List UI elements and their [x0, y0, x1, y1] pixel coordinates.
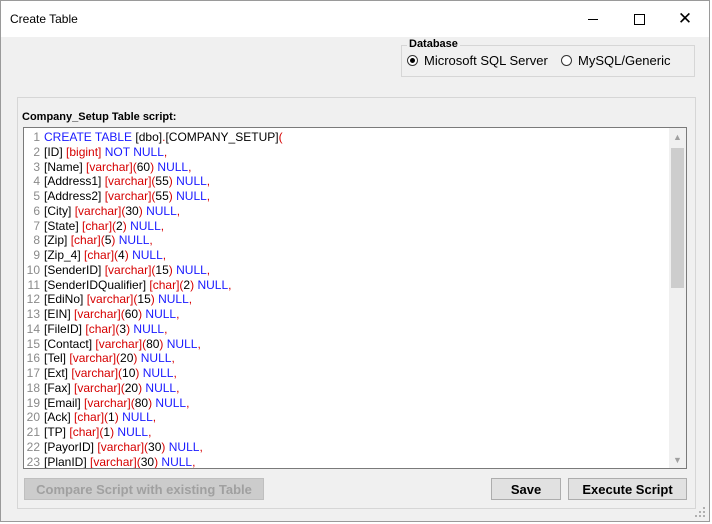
line-code: [Email] [varchar](80) NULL, [44, 395, 190, 410]
line-code: [EdiNo] [varchar](15) NULL, [44, 292, 193, 307]
script-line: 3 [Name] [varchar](60) NULL, [24, 160, 670, 175]
line-number: 16 [26, 351, 40, 366]
save-button[interactable]: Save [491, 478, 561, 500]
script-line: 13 [EIN] [varchar](60) NULL, [24, 307, 670, 322]
resize-grip-icon[interactable] [695, 507, 705, 517]
radio-mssql-label: Microsoft SQL Server [424, 53, 548, 68]
script-line: 21 [TP] [char](1) NULL, [24, 425, 670, 440]
line-code: [State] [char](2) NULL, [44, 218, 165, 233]
script-line: 22 [PayorID] [varchar](30) NULL, [24, 440, 670, 455]
script-line: 16 [Tel] [varchar](20) NULL, [24, 351, 670, 366]
line-number: 20 [26, 410, 40, 425]
radio-checked-icon [407, 55, 418, 66]
script-line: 23 [PlanID] [varchar](30) NULL, [24, 454, 670, 469]
line-code: CREATE TABLE [dbo].[COMPANY_SETUP]( [44, 130, 283, 144]
line-number: 13 [26, 307, 40, 321]
script-line: 2 [ID] [bigint] NOT NULL, [24, 145, 670, 160]
line-number: 21 [26, 425, 40, 439]
line-code: [TP] [char](1) NULL, [44, 425, 152, 439]
script-line: 7 [State] [char](2) NULL, [24, 219, 670, 234]
script-line: 11 [SenderIDQualifier] [char](2) NULL, [24, 278, 670, 293]
radio-mssql[interactable]: Microsoft SQL Server [407, 53, 548, 68]
database-group-label: Database [407, 38, 460, 50]
radio-unchecked-icon [561, 55, 572, 66]
line-code: [Zip] [char](5) NULL, [44, 233, 153, 248]
line-code: [Fax] [varchar](20) NULL, [44, 380, 180, 395]
line-code: [Address1] [varchar](55) NULL, [44, 174, 211, 189]
line-number: 17 [26, 366, 40, 380]
script-lines: 1 CREATE TABLE [dbo].[COMPANY_SETUP]( 2 [ID… [24, 130, 670, 469]
line-code: [City] [varchar](30) NULL, [44, 203, 181, 218]
line-number: 8 [33, 233, 40, 248]
window-title: Create Table [10, 12, 78, 26]
script-line: 14 [FileID] [char](3) NULL, [24, 322, 670, 337]
scroll-thumb[interactable] [671, 148, 684, 288]
line-number: 19 [26, 395, 40, 410]
line-code: [PayorID] [varchar](30) NULL, [44, 439, 203, 454]
line-number: 14 [26, 321, 40, 336]
line-number: 2 [33, 144, 40, 159]
line-code: [Tel] [varchar](20) NULL, [44, 351, 175, 366]
line-number: 18 [26, 380, 40, 395]
script-line: 10 [SenderID] [varchar](15) NULL, [24, 263, 670, 278]
close-icon: ✕ [677, 8, 693, 29]
minimize-icon [588, 18, 598, 20]
line-code: [SenderIDQualifier] [char](2) NULL, [44, 277, 232, 292]
script-label: Company_Setup Table script: [22, 111, 177, 123]
line-code: [EIN] [varchar](60) NULL, [44, 307, 180, 321]
compare-script-button[interactable]: Compare Script with existing Table [24, 478, 264, 500]
line-number: 7 [33, 218, 40, 233]
line-number: 1 [33, 130, 40, 144]
line-code: [PlanID] [varchar](30) NULL, [44, 454, 196, 469]
line-number: 11 [27, 277, 40, 292]
create-table-window: Create Table ✕ Database Microsoft SQL Se… [0, 0, 710, 522]
line-number: 22 [26, 439, 40, 454]
radio-mysql[interactable]: MySQL/Generic [561, 53, 670, 68]
line-code: [Contact] [varchar](80) NULL, [44, 336, 201, 351]
line-number: 9 [33, 248, 40, 262]
vertical-scrollbar[interactable]: ▲ ▼ [669, 128, 686, 468]
script-editor[interactable]: 1 CREATE TABLE [dbo].[COMPANY_SETUP]( 2 [ID… [23, 127, 687, 469]
line-number: 23 [26, 454, 40, 469]
line-number: 3 [33, 159, 40, 174]
line-code: [Ext] [varchar](10) NULL, [44, 366, 177, 380]
line-code: [FileID] [char](3) NULL, [44, 321, 168, 336]
maximize-button[interactable] [616, 1, 662, 37]
line-code: [Name] [varchar](60) NULL, [44, 159, 192, 174]
script-line: 5 [Address2] [varchar](55) NULL, [24, 189, 670, 204]
line-number: 10 [26, 262, 40, 277]
close-button[interactable]: ✕ [662, 1, 708, 37]
line-number: 12 [26, 292, 40, 307]
maximize-icon [633, 13, 645, 25]
execute-script-button[interactable]: Execute Script [568, 478, 687, 500]
script-line: 9 [Zip_4] [char](4) NULL, [24, 248, 670, 263]
line-code: [Zip_4] [char](4) NULL, [44, 248, 167, 262]
script-line: 19 [Email] [varchar](80) NULL, [24, 396, 670, 411]
line-number: 6 [33, 203, 40, 218]
scroll-down-icon[interactable]: ▼ [669, 451, 686, 468]
radio-mysql-label: MySQL/Generic [578, 53, 671, 68]
script-line: 4 [Address1] [varchar](55) NULL, [24, 174, 670, 189]
script-line: 6 [City] [varchar](30) NULL, [24, 204, 670, 219]
script-line: 17 [Ext] [varchar](10) NULL, [24, 366, 670, 381]
script-line: 15 [Contact] [varchar](80) NULL, [24, 337, 670, 352]
line-code: [SenderID] [varchar](15) NULL, [44, 262, 211, 277]
minimize-button[interactable] [570, 1, 616, 37]
line-number: 5 [33, 189, 40, 203]
script-line: 1 CREATE TABLE [dbo].[COMPANY_SETUP]( [24, 130, 670, 145]
line-code: [ID] [bigint] NOT NULL, [44, 144, 168, 159]
script-line: 8 [Zip] [char](5) NULL, [24, 233, 670, 248]
title-bar: Create Table ✕ [1, 1, 709, 37]
script-line: 20 [Ack] [char](1) NULL, [24, 410, 670, 425]
script-line: 18 [Fax] [varchar](20) NULL, [24, 381, 670, 396]
line-number: 15 [26, 336, 40, 351]
line-code: [Address2] [varchar](55) NULL, [44, 189, 211, 203]
scroll-up-icon[interactable]: ▲ [669, 128, 686, 145]
script-line: 12 [EdiNo] [varchar](15) NULL, [24, 292, 670, 307]
line-code: [Ack] [char](1) NULL, [44, 410, 157, 425]
line-number: 4 [33, 174, 40, 189]
